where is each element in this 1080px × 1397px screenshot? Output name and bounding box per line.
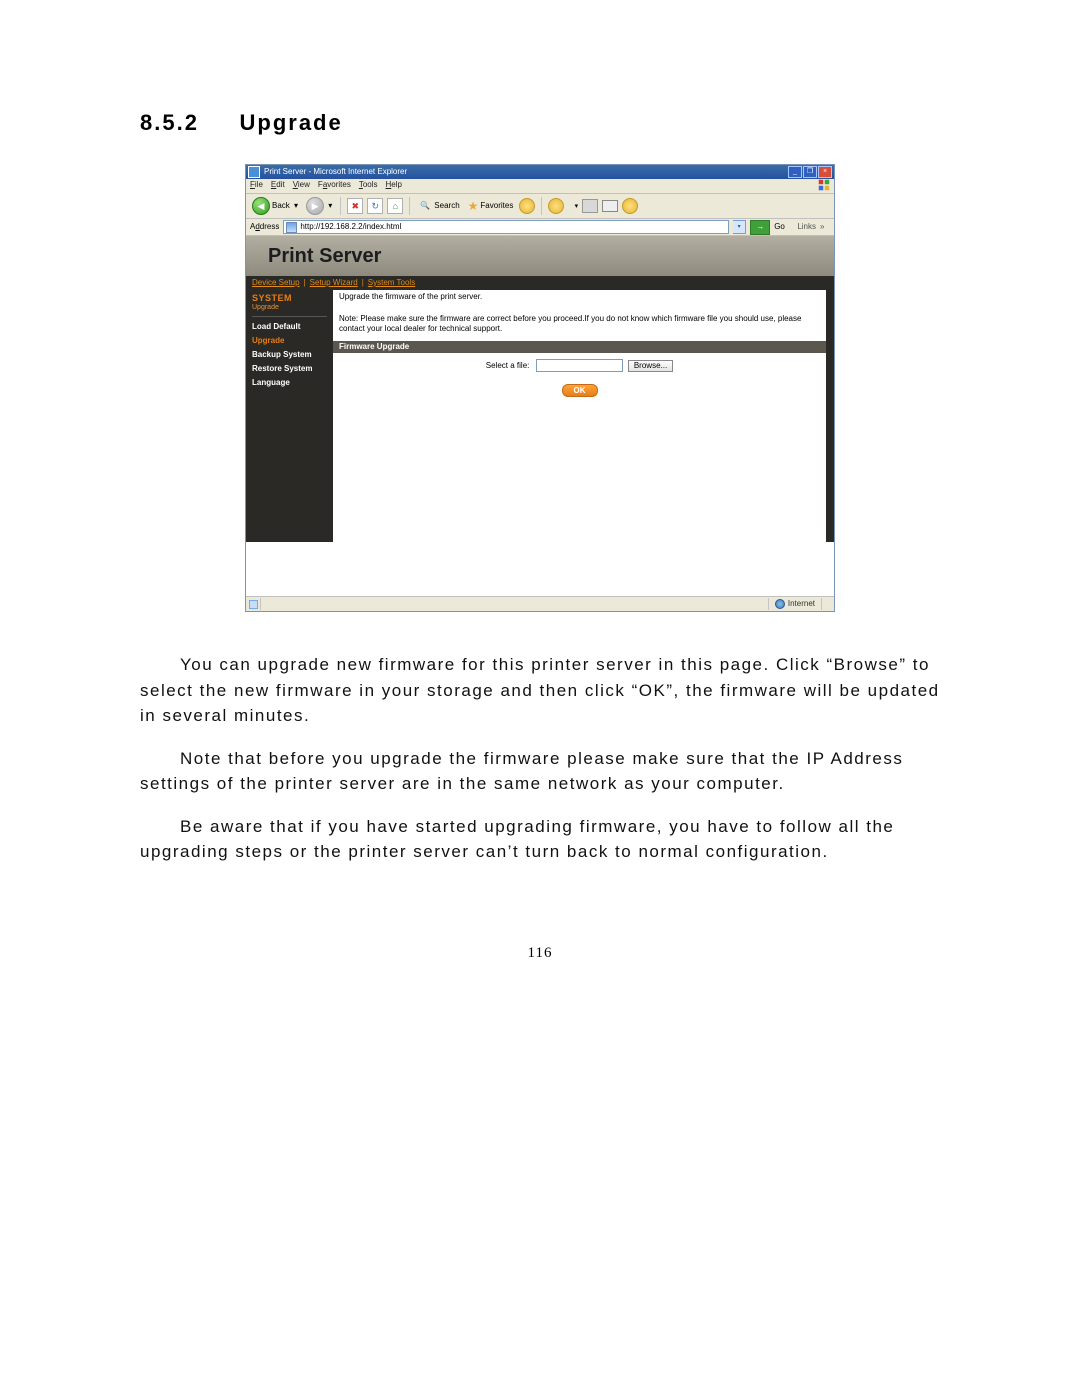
firmware-upgrade-bar: Firmware Upgrade [333,341,826,353]
ok-button[interactable]: OK [562,384,598,397]
ie-page-icon [248,166,260,178]
sidebar: SYSTEM Upgrade Load Default Upgrade Back… [246,290,333,542]
main-content: Upgrade the firmware of the print server… [333,290,834,542]
address-bar: Address http://192.168.2.2/index.html ▾ … [246,219,834,236]
window-title-bar: Print Server - Microsoft Internet Explor… [246,165,834,179]
windows-flag-icon [818,179,830,191]
sidebar-item-load-default[interactable]: Load Default [252,323,327,331]
app-banner: Print Server [246,236,834,276]
mail-button[interactable] [602,200,618,212]
address-value: http://192.168.2.2/index.html [300,223,401,231]
favorites-label: Favorites [480,202,513,210]
favorites-icon: ★ [468,200,479,212]
page-number: 116 [140,945,940,962]
back-icon: ◀ [252,197,270,215]
file-input[interactable] [536,359,623,372]
select-file-label: Select a file: [486,361,530,370]
search-icon: 🔍 [418,199,432,213]
section-title: Upgrade [240,110,343,135]
topnav-setup-wizard[interactable]: Setup Wizard [310,279,358,287]
toolbar: ◀ Back ▾ ▶ ▾ ✖ ↻ ⌂ 🔍 Search ★ Favorites [246,194,834,219]
zone-label: Internet [788,600,815,608]
sidebar-group-subtitle: Upgrade [252,304,327,311]
window-title: Print Server - Microsoft Internet Explor… [264,168,788,176]
sidebar-divider [252,316,327,317]
go-label: Go [774,223,785,231]
menu-edit[interactable]: Edit [271,181,285,193]
favorites-button[interactable]: ★ Favorites [466,198,516,214]
menu-tools[interactable]: Tools [359,181,378,193]
close-button[interactable]: × [818,166,832,178]
links-expand-icon[interactable]: » [820,223,830,231]
screenshot-figure: Print Server - Microsoft Internet Explor… [245,164,835,612]
forward-button[interactable]: ▶ ▾ [304,198,334,214]
doc-paragraph-1: You can upgrade new firmware for this pr… [140,652,940,729]
address-input[interactable]: http://192.168.2.2/index.html [283,220,729,234]
section-number: 8.5.2 [140,110,199,135]
doc-paragraph-3: Be aware that if you have started upgrad… [140,814,940,865]
topnav-device-setup[interactable]: Device Setup [252,279,300,287]
back-button[interactable]: ◀ Back ▾ [250,198,300,214]
app-topnav: Device Setup | Setup Wizard | System Too… [246,276,834,290]
menu-help[interactable]: Help [386,181,402,193]
toolbar-divider [541,197,542,215]
app-title: Print Server [268,246,381,266]
toolbar-divider [409,197,410,215]
messenger-button[interactable] [622,198,638,214]
status-bar: Internet [246,596,834,611]
content-intro: Upgrade the firmware of the print server… [339,292,820,303]
topnav-system-tools[interactable]: System Tools [368,279,415,287]
stop-button[interactable]: ✖ [347,198,363,214]
search-button[interactable]: 🔍 Search [416,198,461,214]
back-label: Back [272,202,290,210]
forward-icon: ▶ [306,197,324,215]
media-button[interactable] [548,198,564,214]
globe-icon [775,599,785,609]
search-label: Search [434,202,459,210]
links-label[interactable]: Links [797,223,816,231]
sidebar-item-language[interactable]: Language [252,379,327,387]
menu-bar: File Edit View Favorites Tools Help [246,179,834,194]
menu-favorites[interactable]: Favorites [318,181,351,193]
minimize-button[interactable]: _ [788,166,802,178]
address-dropdown[interactable]: ▾ [733,220,746,234]
sidebar-group-title: SYSTEM [252,294,327,303]
menu-file[interactable]: File [250,181,263,193]
security-zone: Internet [768,598,821,610]
menu-view[interactable]: View [293,181,310,193]
home-button[interactable]: ⌂ [387,198,403,214]
content-note: Note: Please make sure the firmware are … [339,314,820,336]
sidebar-item-backup-system[interactable]: Backup System [252,351,327,359]
address-label: Address [250,223,279,231]
status-done-icon [246,598,261,610]
print-button[interactable] [582,199,598,213]
refresh-button[interactable]: ↻ [367,198,383,214]
app-blank-area [246,542,834,596]
sidebar-item-restore-system[interactable]: Restore System [252,365,327,373]
maximize-button[interactable]: ❐ [803,166,817,178]
sidebar-item-upgrade[interactable]: Upgrade [252,337,327,345]
history-button[interactable] [519,198,535,214]
browse-button[interactable]: Browse... [628,360,673,372]
resize-grip [821,598,834,610]
page-icon [286,222,297,233]
doc-paragraph-2: Note that before you upgrade the firmwar… [140,746,940,797]
toolbar-divider [340,197,341,215]
go-button[interactable]: → [750,220,770,235]
